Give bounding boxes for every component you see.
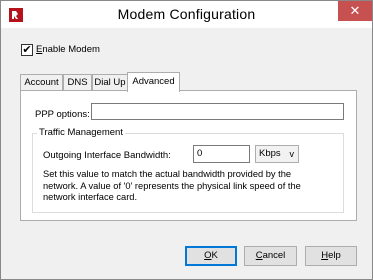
tab-dns-label: DNS bbox=[67, 77, 88, 88]
ppp-options-label: PPP options: bbox=[35, 109, 90, 120]
cancel-label: ancel bbox=[262, 250, 286, 261]
help-button[interactable]: Help bbox=[305, 246, 357, 266]
close-button[interactable]: ✕ bbox=[338, 1, 372, 21]
help-label: elp bbox=[328, 250, 341, 261]
ok-label: K bbox=[211, 250, 218, 261]
bandwidth-input[interactable]: 0 bbox=[193, 145, 250, 163]
advanced-tab-panel: PPP options: Traffic Management Outgoing… bbox=[20, 90, 357, 221]
tab-advanced[interactable]: Advanced bbox=[127, 72, 180, 92]
ppp-options-input[interactable] bbox=[91, 103, 344, 120]
title-bar[interactable]: Modem Configuration ✕ bbox=[1, 1, 372, 28]
chevron-down-icon: v bbox=[289, 149, 295, 159]
tab-account[interactable]: Account bbox=[20, 74, 63, 91]
tab-advanced-label: Advanced bbox=[132, 76, 175, 87]
tab-dial-up[interactable]: Dial Up bbox=[92, 74, 128, 91]
enable-modem-checkbox[interactable]: ✔ bbox=[21, 44, 33, 56]
bandwidth-unit-select[interactable]: Kbps v bbox=[255, 145, 299, 163]
window-title: Modem Configuration bbox=[117, 6, 256, 22]
enable-modem-label[interactable]: Enable Modem bbox=[36, 44, 100, 56]
enable-modem-label-text: nable Modem bbox=[42, 44, 100, 55]
help-line-1: Set this value to match the actual bandw… bbox=[43, 169, 292, 179]
traffic-management-label: Traffic Management bbox=[37, 127, 125, 138]
bandwidth-unit-value: Kbps bbox=[259, 148, 281, 159]
bandwidth-label: Outgoing Interface Bandwidth: bbox=[43, 150, 171, 161]
help-line-2: network. A value of '0' represents the p… bbox=[43, 180, 301, 191]
bandwidth-help-text: Set this value to match the actual bandw… bbox=[43, 169, 338, 204]
cancel-mnemonic: C bbox=[255, 250, 263, 261]
tab-dns[interactable]: DNS bbox=[63, 74, 92, 91]
modem-configuration-dialog: Modem Configuration ✕ ✔ Enable Modem Acc… bbox=[0, 0, 373, 280]
tab-account-label: Account bbox=[24, 77, 59, 88]
tab-dial-up-label: Dial Up bbox=[94, 77, 126, 88]
traffic-management-group: Traffic Management Outgoing Interface Ba… bbox=[32, 127, 344, 213]
close-icon: ✕ bbox=[349, 3, 361, 18]
cancel-button[interactable]: Cancel bbox=[244, 246, 297, 266]
help-line-3: network interface card. bbox=[43, 192, 138, 202]
ok-mnemonic: O bbox=[204, 250, 212, 261]
ok-button[interactable]: OK bbox=[185, 246, 237, 266]
checkmark-icon: ✔ bbox=[22, 44, 32, 56]
